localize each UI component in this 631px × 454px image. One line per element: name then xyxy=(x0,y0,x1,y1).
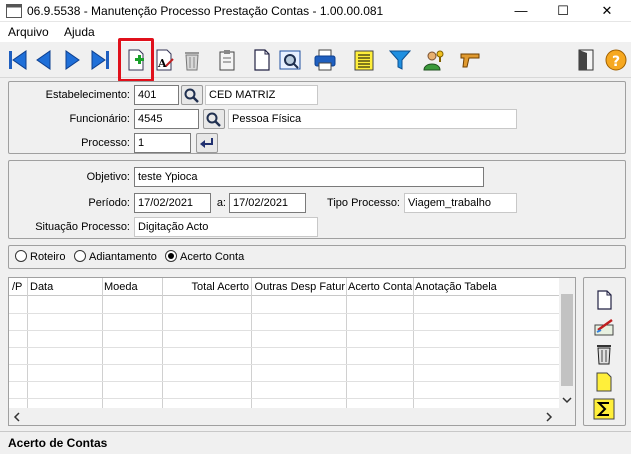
grid-note-icon[interactable] xyxy=(592,370,616,394)
radio-acerto-conta[interactable]: Acerto Conta xyxy=(165,250,244,263)
tipo-processo-field: Viagem_trabalho xyxy=(404,193,517,213)
grid-new-document-icon[interactable] xyxy=(592,288,616,312)
filter-icon[interactable] xyxy=(388,48,412,72)
previous-record-icon[interactable] xyxy=(32,48,56,72)
maximize-button[interactable]: ☐ xyxy=(541,0,585,22)
mode-radio-group: Roteiro Adiantamento Acerto Conta xyxy=(8,245,626,269)
radio-indicator-selected xyxy=(165,250,177,262)
svg-text:A: A xyxy=(157,57,167,70)
scroll-right-icon[interactable] xyxy=(545,412,553,422)
col-header-acerto-conta[interactable]: Acerto Conta xyxy=(348,281,412,293)
grid-delete-icon[interactable] xyxy=(592,342,616,366)
tipo-processo-label: Tipo Processo: xyxy=(327,197,400,209)
svg-text:?: ? xyxy=(612,54,620,70)
status-bar: Acerto de Contas xyxy=(0,431,631,454)
grid-edit-icon[interactable] xyxy=(592,315,616,339)
toolbar: A ? xyxy=(0,42,631,78)
menu-arquivo[interactable]: Arquivo xyxy=(8,25,49,39)
funcionario-code-input[interactable]: 4545 xyxy=(134,109,199,129)
situacao-field: Digitação Acto xyxy=(134,217,318,237)
periodo-to-input[interactable]: 17/02/2021 xyxy=(229,193,306,213)
enter-arrow-icon xyxy=(200,138,213,148)
new-record-highlight xyxy=(118,38,154,82)
situacao-label: Situação Processo: xyxy=(35,221,130,233)
document-icon[interactable] xyxy=(250,48,274,72)
col-header-outras-desp[interactable]: Outras Desp Fatur xyxy=(253,281,345,293)
clipboard-icon[interactable] xyxy=(215,48,239,72)
acerto-grid[interactable]: /P Data Moeda Total Acerto Outras Desp F… xyxy=(8,277,576,426)
periodo-label: Período: xyxy=(88,197,130,209)
estabelecimento-search-button[interactable] xyxy=(181,85,203,105)
radio-indicator xyxy=(74,250,86,262)
radio-roteiro-label: Roteiro xyxy=(30,251,66,263)
col-header-anotacao[interactable]: Anotação Tabela xyxy=(415,281,557,293)
grid-header: /P Data Moeda Total Acerto Outras Desp F… xyxy=(9,278,559,296)
radio-adiantamento[interactable]: Adiantamento xyxy=(74,250,157,263)
col-header-moeda[interactable]: Moeda xyxy=(104,281,160,293)
grid-horizontal-scrollbar[interactable] xyxy=(9,408,575,425)
help-icon[interactable]: ? xyxy=(604,48,628,72)
app-window-icon xyxy=(6,4,22,18)
radio-acerto-conta-label: Acerto Conta xyxy=(180,251,245,263)
estabelecimento-label: Estabelecimento: xyxy=(45,89,130,101)
scroll-left-icon[interactable] xyxy=(13,412,21,422)
grid-actions-panel xyxy=(583,277,626,426)
first-record-icon[interactable] xyxy=(6,48,30,72)
col-header-total-acerto[interactable]: Total Acerto xyxy=(164,281,249,293)
funcionario-name-field: Pessoa Física xyxy=(228,109,517,129)
last-record-icon[interactable] xyxy=(88,48,112,72)
scroll-down-icon[interactable] xyxy=(562,396,572,404)
menu-bar: Arquivo Ajuda xyxy=(0,22,631,42)
edit-text-icon[interactable]: A xyxy=(152,48,176,72)
next-record-icon[interactable] xyxy=(60,48,84,72)
grid-vertical-scrollbar[interactable] xyxy=(559,278,575,408)
delete-icon[interactable] xyxy=(180,48,204,72)
col-header-p[interactable]: /P xyxy=(12,281,28,293)
minimize-button[interactable]: — xyxy=(499,0,543,22)
user-key-icon[interactable] xyxy=(422,48,446,72)
col-header-data[interactable]: Data xyxy=(30,281,100,293)
search-icon xyxy=(184,88,199,103)
processo-enter-button[interactable] xyxy=(196,133,218,153)
status-text: Acerto de Contas xyxy=(8,436,108,450)
funcionario-search-button[interactable] xyxy=(203,109,225,129)
estabelecimento-name-field: CED MATRIZ xyxy=(205,85,318,105)
pistol-icon[interactable] xyxy=(458,48,482,72)
radio-roteiro[interactable]: Roteiro xyxy=(15,250,65,263)
preview-icon[interactable] xyxy=(278,48,302,72)
objetivo-label: Objetivo: xyxy=(86,171,130,183)
processo-label: Processo: xyxy=(81,137,130,149)
grid-sum-icon[interactable] xyxy=(592,397,616,421)
funcionario-label: Funcionário: xyxy=(69,113,130,125)
window-title: 06.9.5538 - Manutenção Processo Prestaçã… xyxy=(27,4,384,18)
vertical-scroll-thumb[interactable] xyxy=(561,294,573,386)
radio-adiantamento-label: Adiantamento xyxy=(89,251,157,263)
list-icon[interactable] xyxy=(352,48,376,72)
processo-input[interactable]: 1 xyxy=(134,133,191,153)
objetivo-input[interactable]: teste Ypioca xyxy=(134,167,484,187)
radio-indicator xyxy=(15,250,27,262)
estabelecimento-code-input[interactable]: 401 xyxy=(134,85,179,105)
close-button[interactable]: ✕ xyxy=(585,0,629,22)
periodo-from-input[interactable]: 17/02/2021 xyxy=(134,193,211,213)
print-icon[interactable] xyxy=(313,48,337,72)
title-bar: 06.9.5538 - Manutenção Processo Prestaçã… xyxy=(0,0,631,22)
menu-ajuda[interactable]: Ajuda xyxy=(64,25,95,39)
periodo-separator-label: a: xyxy=(216,197,226,209)
exit-door-icon[interactable] xyxy=(574,48,598,72)
search-icon xyxy=(206,112,221,127)
